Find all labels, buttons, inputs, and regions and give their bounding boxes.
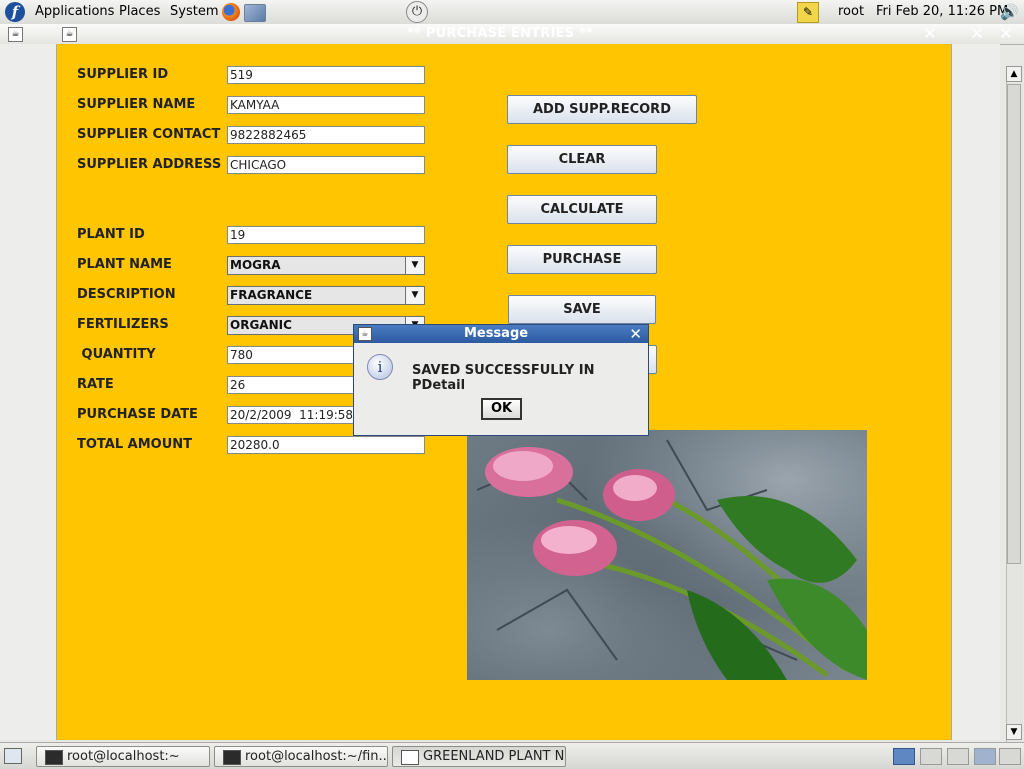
right-frame-border [951, 44, 1000, 740]
tulip-illustration [476, 439, 867, 680]
task-greenland-app[interactable]: GREENLAND PLANT N... [392, 746, 566, 767]
message-dialog: ☕ Message ✕ i SAVED SUCCESSFULLY IN PDet… [353, 324, 649, 436]
supplier-id-label: SUPPLIER ID [77, 67, 169, 82]
menu-system[interactable]: System [170, 3, 218, 21]
scroll-down-icon[interactable]: ▼ [1006, 724, 1022, 740]
window-titlebar[interactable]: ☕ ☕ ** PURCHASE ENTRIES ** ✕ ✕ ✕ [0, 24, 1024, 45]
chevron-down-icon[interactable]: ▼ [405, 287, 424, 304]
supplier-address-field[interactable]: CHICAGO [227, 156, 425, 174]
task-label: root@localhost:~/fin... [245, 749, 388, 764]
scrollbar-thumb[interactable] [1007, 84, 1021, 564]
fertilizers-selected: ORGANIC [230, 318, 292, 332]
left-frame-border [0, 44, 57, 740]
workspace-2[interactable] [920, 748, 942, 765]
workspace-1[interactable] [893, 748, 915, 765]
firefox-icon[interactable] [222, 3, 240, 21]
trash-icon[interactable] [999, 748, 1021, 765]
supplier-address-label: SUPPLIER ADDRESS [77, 157, 222, 172]
fertilizers-label: FERTILIZERS [77, 317, 169, 332]
java-app-icon [401, 750, 419, 765]
purchase-button[interactable]: PURCHASE [507, 245, 657, 274]
network-icon[interactable] [244, 4, 266, 22]
plant-name-label: PLANT NAME [77, 257, 172, 272]
close-icon[interactable]: ✕ [629, 325, 642, 343]
task-terminal-1[interactable]: root@localhost:~ [36, 746, 210, 767]
plant-id-label: PLANT ID [77, 227, 145, 242]
description-label: DESCRIPTION [77, 287, 176, 302]
notes-icon[interactable]: ✎ [797, 2, 819, 23]
scroll-up-icon[interactable]: ▲ [1006, 66, 1022, 82]
window-title: ** PURCHASE ENTRIES ** [407, 26, 593, 41]
menu-places[interactable]: Places [119, 3, 160, 21]
terminal-icon [223, 750, 241, 765]
supplier-contact-field[interactable]: 9822882465 [227, 126, 425, 144]
calculate-button[interactable]: CALCULATE [507, 195, 657, 224]
show-desktop-icon[interactable] [4, 748, 22, 764]
bottom-taskbar: root@localhost:~ root@localhost:~/fin...… [0, 742, 1024, 769]
dialog-title: Message [463, 326, 529, 341]
purchase-date-label: PURCHASE DATE [77, 407, 198, 422]
volume-icon[interactable]: 🔊 [1000, 3, 1019, 21]
workspace-3[interactable] [947, 748, 969, 765]
plant-id-field[interactable]: 19 [227, 226, 425, 244]
description-selected: FRAGRANCE [230, 288, 313, 302]
outer-close-icon[interactable]: ✕ [968, 25, 986, 43]
task-terminal-2[interactable]: root@localhost:~/fin... [214, 746, 388, 767]
menu-applications[interactable]: Applications [35, 3, 114, 21]
plant-name-select[interactable]: MOGRA ▼ [227, 256, 425, 275]
task-label: root@localhost:~ [67, 749, 180, 764]
total-amount-label: TOTAL AMOUNT [77, 437, 193, 452]
supplier-name-label: SUPPLIER NAME [77, 97, 196, 112]
add-supp-record-button[interactable]: ADD SUPP.RECORD [507, 95, 697, 124]
fedora-logo-icon[interactable]: f [5, 2, 25, 22]
supplier-name-field[interactable]: KAMYAA [227, 96, 425, 114]
dialog-titlebar[interactable]: ☕ Message ✕ [354, 325, 648, 343]
inner-close-icon[interactable]: ✕ [921, 25, 939, 43]
save-button[interactable]: SAVE [508, 295, 656, 324]
info-icon: i [367, 354, 393, 380]
total-amount-field[interactable]: 20280.0 [227, 436, 425, 454]
plant-name-selected: MOGRA [230, 258, 281, 272]
dialog-message: SAVED SUCCESSFULLY IN PDetail [412, 363, 595, 393]
clock[interactable]: Fri Feb 20, 11:26 PM [876, 3, 1008, 21]
user-name[interactable]: root [838, 3, 864, 21]
tulip-photo [467, 430, 867, 680]
clear-button[interactable]: CLEAR [507, 145, 657, 174]
chevron-down-icon[interactable]: ▼ [405, 257, 424, 274]
top-panel: f Applications Places System ⏻ ✎ root Fr… [0, 0, 1024, 25]
supplier-id-field[interactable]: 519 [227, 66, 425, 84]
power-icon[interactable]: ⏻ [406, 1, 428, 23]
description-select[interactable]: FRAGRANCE ▼ [227, 286, 425, 305]
rate-label: RATE [77, 377, 114, 392]
workspace-4[interactable] [974, 748, 996, 765]
outer-close-icon-2[interactable]: ✕ [997, 25, 1015, 43]
terminal-icon [45, 750, 63, 765]
supplier-contact-label: SUPPLIER CONTACT [77, 127, 221, 142]
task-label: GREENLAND PLANT N... [423, 749, 566, 764]
ok-button[interactable]: OK [481, 398, 522, 420]
quantity-label: QUANTITY [77, 347, 156, 362]
